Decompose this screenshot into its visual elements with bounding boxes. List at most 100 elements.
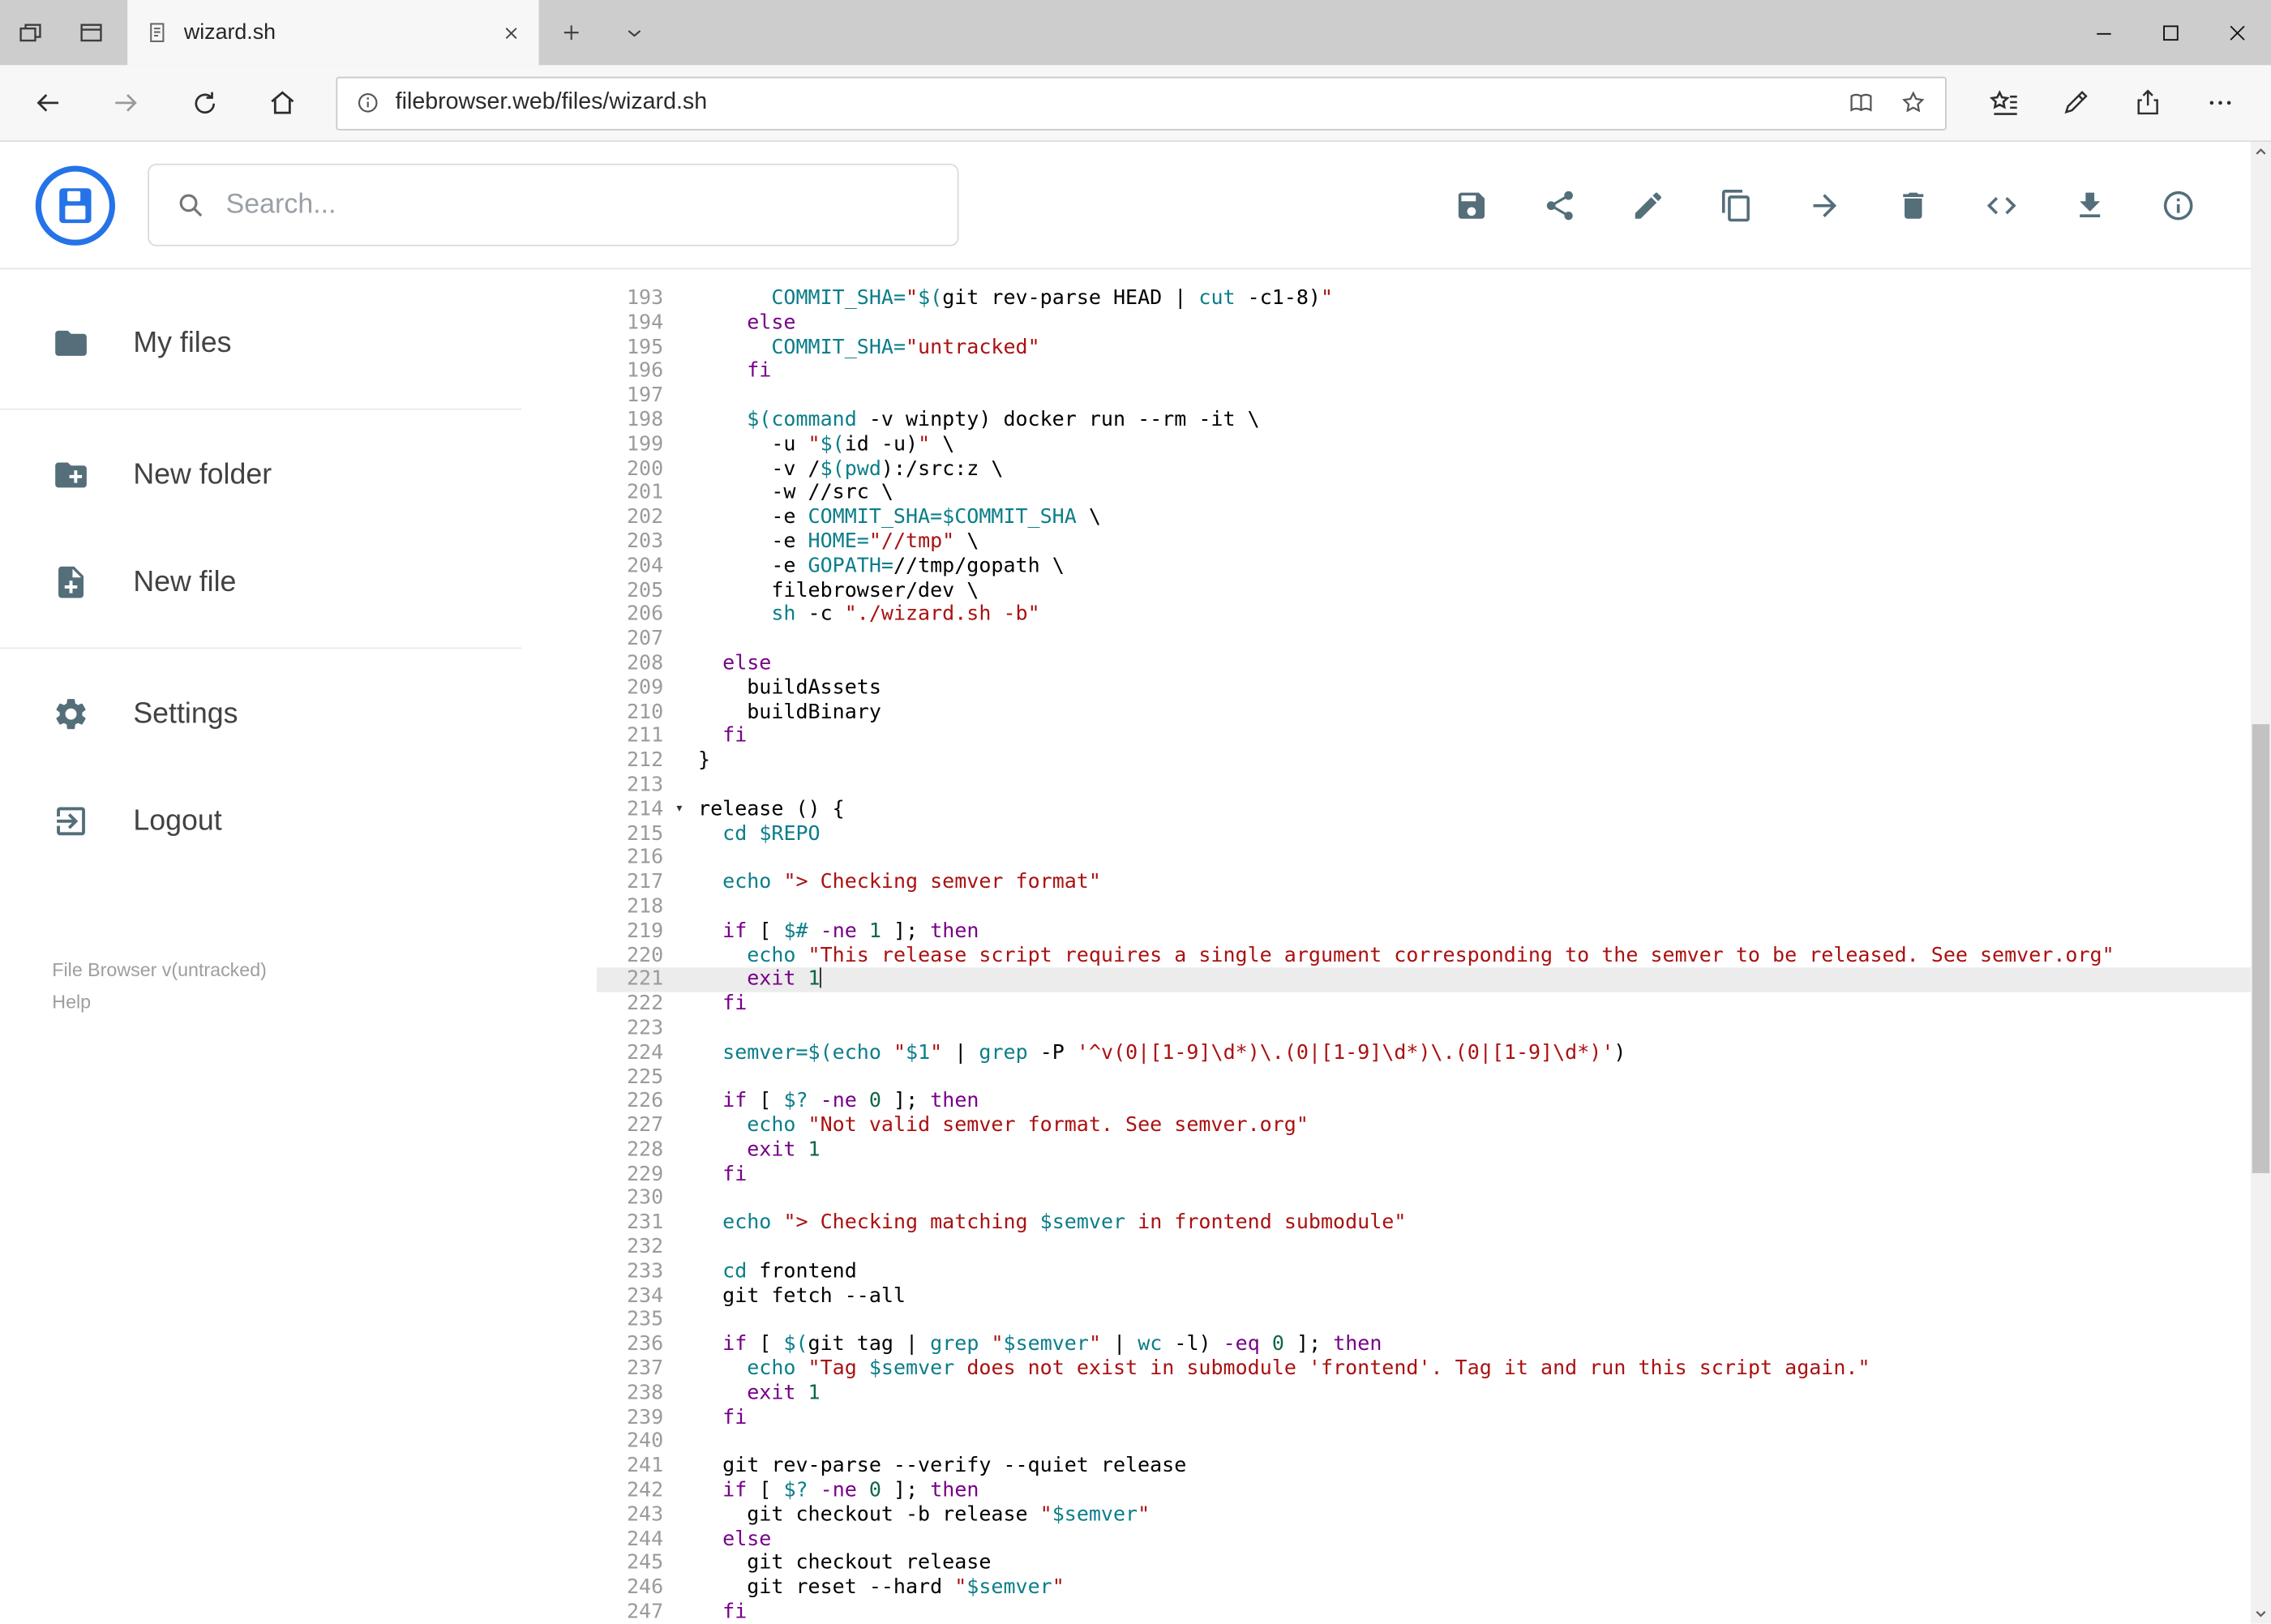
code-line[interactable]: 223 (597, 1017, 2271, 1041)
rename-button[interactable] (1630, 187, 1665, 222)
tab-preview-icon[interactable] (61, 0, 122, 65)
new-tab-button[interactable] (539, 0, 603, 65)
favorite-star-icon[interactable] (1899, 88, 1928, 118)
code-line[interactable]: 206 sh -c "./wizard.sh -b" (597, 603, 2271, 628)
code-line[interactable]: 204 -e GOPATH=//tmp/gopath \ (597, 555, 2271, 579)
sidebar-item-settings[interactable]: Settings (0, 661, 521, 768)
code-line[interactable]: 212} (597, 749, 2271, 773)
code-view-button[interactable] (1984, 187, 2019, 222)
code-line[interactable]: 242 if [ $? -ne 0 ]; then (597, 1479, 2271, 1503)
code-line[interactable]: 202 -e COMMIT_SHA=$COMMIT_SHA \ (597, 506, 2271, 530)
code-line[interactable]: 229 fi (597, 1163, 2271, 1187)
save-button[interactable] (1454, 187, 1489, 222)
code-line[interactable]: 216 (597, 846, 2271, 871)
code-line[interactable]: 203 -e HOME="//tmp" \ (597, 530, 2271, 555)
home-icon[interactable] (249, 70, 315, 136)
sidebar-item-new-folder[interactable]: New folder (0, 422, 521, 529)
scroll-up-icon[interactable] (2251, 142, 2271, 162)
hub-favorites-icon[interactable] (1967, 70, 2039, 136)
set-aside-tabs-icon[interactable] (0, 0, 61, 65)
code-line[interactable]: 196 fi (597, 360, 2271, 384)
code-line[interactable]: 234 git fetch --all (597, 1284, 2271, 1309)
minimize-button[interactable] (2071, 0, 2137, 65)
code-line[interactable]: 230 (597, 1187, 2271, 1211)
code-line[interactable]: 236 if [ $(git tag | grep "$semver" | wc… (597, 1333, 2271, 1357)
code-line[interactable]: 208 else (597, 652, 2271, 676)
code-line[interactable]: 199 -u "$(id -u)" \ (597, 433, 2271, 457)
code-line[interactable]: 233 cd frontend (597, 1260, 2271, 1284)
code-line[interactable]: 217 echo "> Checking semver format" (597, 871, 2271, 895)
code-line[interactable]: 231 echo "> Checking matching $semver in… (597, 1211, 2271, 1236)
code-line[interactable]: 215 cd $REPO (597, 822, 2271, 846)
forward-icon[interactable] (92, 70, 159, 136)
code-line[interactable]: 237 echo "Tag $semver does not exist in … (597, 1357, 2271, 1382)
sidebar-item-logout[interactable]: Logout (0, 768, 521, 875)
code-line[interactable]: 235 (597, 1309, 2271, 1333)
code-line[interactable]: 200 -v /$(pwd):/src:z \ (597, 457, 2271, 482)
help-link[interactable]: Help (52, 988, 469, 1017)
code-line[interactable]: 218 (597, 895, 2271, 919)
code-line[interactable]: 198 $(command -v winpty) docker run --rm… (597, 409, 2271, 433)
code-line[interactable]: 241 git rev-parse --verify --quiet relea… (597, 1455, 2271, 1479)
code-line[interactable]: 205 filebrowser/dev \ (597, 579, 2271, 603)
move-button[interactable] (1807, 187, 1842, 222)
scrollbar-thumb[interactable] (2252, 724, 2270, 1173)
url-text[interactable]: filebrowser.web/files/wizard.sh (396, 90, 1832, 116)
code-line[interactable]: 207 (597, 628, 2271, 652)
code-line[interactable]: 219 if [ $# -ne 1 ]; then (597, 919, 2271, 944)
code-line[interactable]: 238 exit 1 (597, 1382, 2271, 1406)
code-line[interactable]: 213 (597, 773, 2271, 798)
address-bar[interactable]: filebrowser.web/files/wizard.sh (336, 75, 1947, 130)
scroll-down-icon[interactable] (2251, 1603, 2271, 1623)
code-line[interactable]: 193 COMMIT_SHA="$(git rev-parse HEAD | c… (597, 287, 2271, 311)
refresh-icon[interactable] (171, 70, 238, 136)
back-icon[interactable] (15, 70, 81, 136)
copy-button[interactable] (1719, 187, 1754, 222)
code-line[interactable]: 245 git checkout release (597, 1552, 2271, 1576)
search-input[interactable] (225, 189, 932, 221)
code-line[interactable]: 201 -w //src \ (597, 482, 2271, 506)
fold-marker-icon[interactable]: ▾ (675, 799, 683, 820)
share-page-icon[interactable] (2112, 70, 2184, 136)
tab-close-icon[interactable] (501, 23, 521, 43)
code-line[interactable]: 244 else (597, 1528, 2271, 1552)
web-note-pen-icon[interactable] (2039, 70, 2111, 136)
info-button[interactable] (2161, 187, 2196, 222)
site-info-icon[interactable] (355, 90, 381, 116)
code-line[interactable]: 232 (597, 1236, 2271, 1260)
delete-button[interactable] (1896, 187, 1930, 222)
sidebar-item-my-files[interactable]: My files (0, 289, 521, 396)
code-line[interactable]: 226 if [ $? -ne 0 ]; then (597, 1090, 2271, 1114)
sidebar-item-new-file[interactable]: New file (0, 529, 521, 636)
vertical-scrollbar[interactable] (2250, 142, 2271, 1624)
code-line[interactable]: 197 (597, 384, 2271, 409)
code-line[interactable]: 210 buildBinary (597, 701, 2271, 725)
code-line[interactable]: 228 exit 1 (597, 1138, 2271, 1163)
browser-tab[interactable]: wizard.sh (127, 0, 539, 66)
code-line[interactable]: 243 git checkout -b release "$semver" (597, 1503, 2271, 1528)
code-line[interactable]: 224 semver=$(echo "$1" | grep -P '^v(0|[… (597, 1041, 2271, 1065)
download-button[interactable] (2072, 187, 2107, 222)
code-line[interactable]: 222 fi (597, 992, 2271, 1017)
maximize-button[interactable] (2138, 0, 2205, 65)
filebrowser-logo[interactable] (35, 165, 116, 246)
reading-view-icon[interactable] (1847, 88, 1876, 118)
active-code-line[interactable]: 221 exit 1 (596, 967, 2271, 992)
code-line[interactable]: 240 (597, 1430, 2271, 1455)
code-line[interactable]: 225 (597, 1065, 2271, 1090)
code-line[interactable]: 220 echo "This release script requires a… (597, 944, 2271, 968)
code-line[interactable]: 195 COMMIT_SHA="untracked" (597, 336, 2271, 360)
code-line[interactable]: 247 fi (597, 1600, 2271, 1624)
code-editor[interactable]: 193 COMMIT_SHA="$(git rev-parse HEAD | c… (521, 269, 2271, 1624)
share-button[interactable] (1542, 187, 1577, 222)
more-menu-icon[interactable] (2184, 70, 2256, 136)
search-bar[interactable] (148, 163, 959, 246)
code-line[interactable]: 246 git reset --hard "$semver" (597, 1576, 2271, 1600)
code-line[interactable]: 239 fi (597, 1406, 2271, 1430)
code-line[interactable]: 211 fi (597, 725, 2271, 749)
code-line[interactable]: 209 buildAssets (597, 676, 2271, 701)
close-button[interactable] (2205, 0, 2271, 65)
code-line[interactable]: 227 echo "Not valid semver format. See s… (597, 1114, 2271, 1138)
code-line[interactable]: 194 else (597, 311, 2271, 336)
show-tab-previews-icon[interactable] (602, 0, 666, 65)
